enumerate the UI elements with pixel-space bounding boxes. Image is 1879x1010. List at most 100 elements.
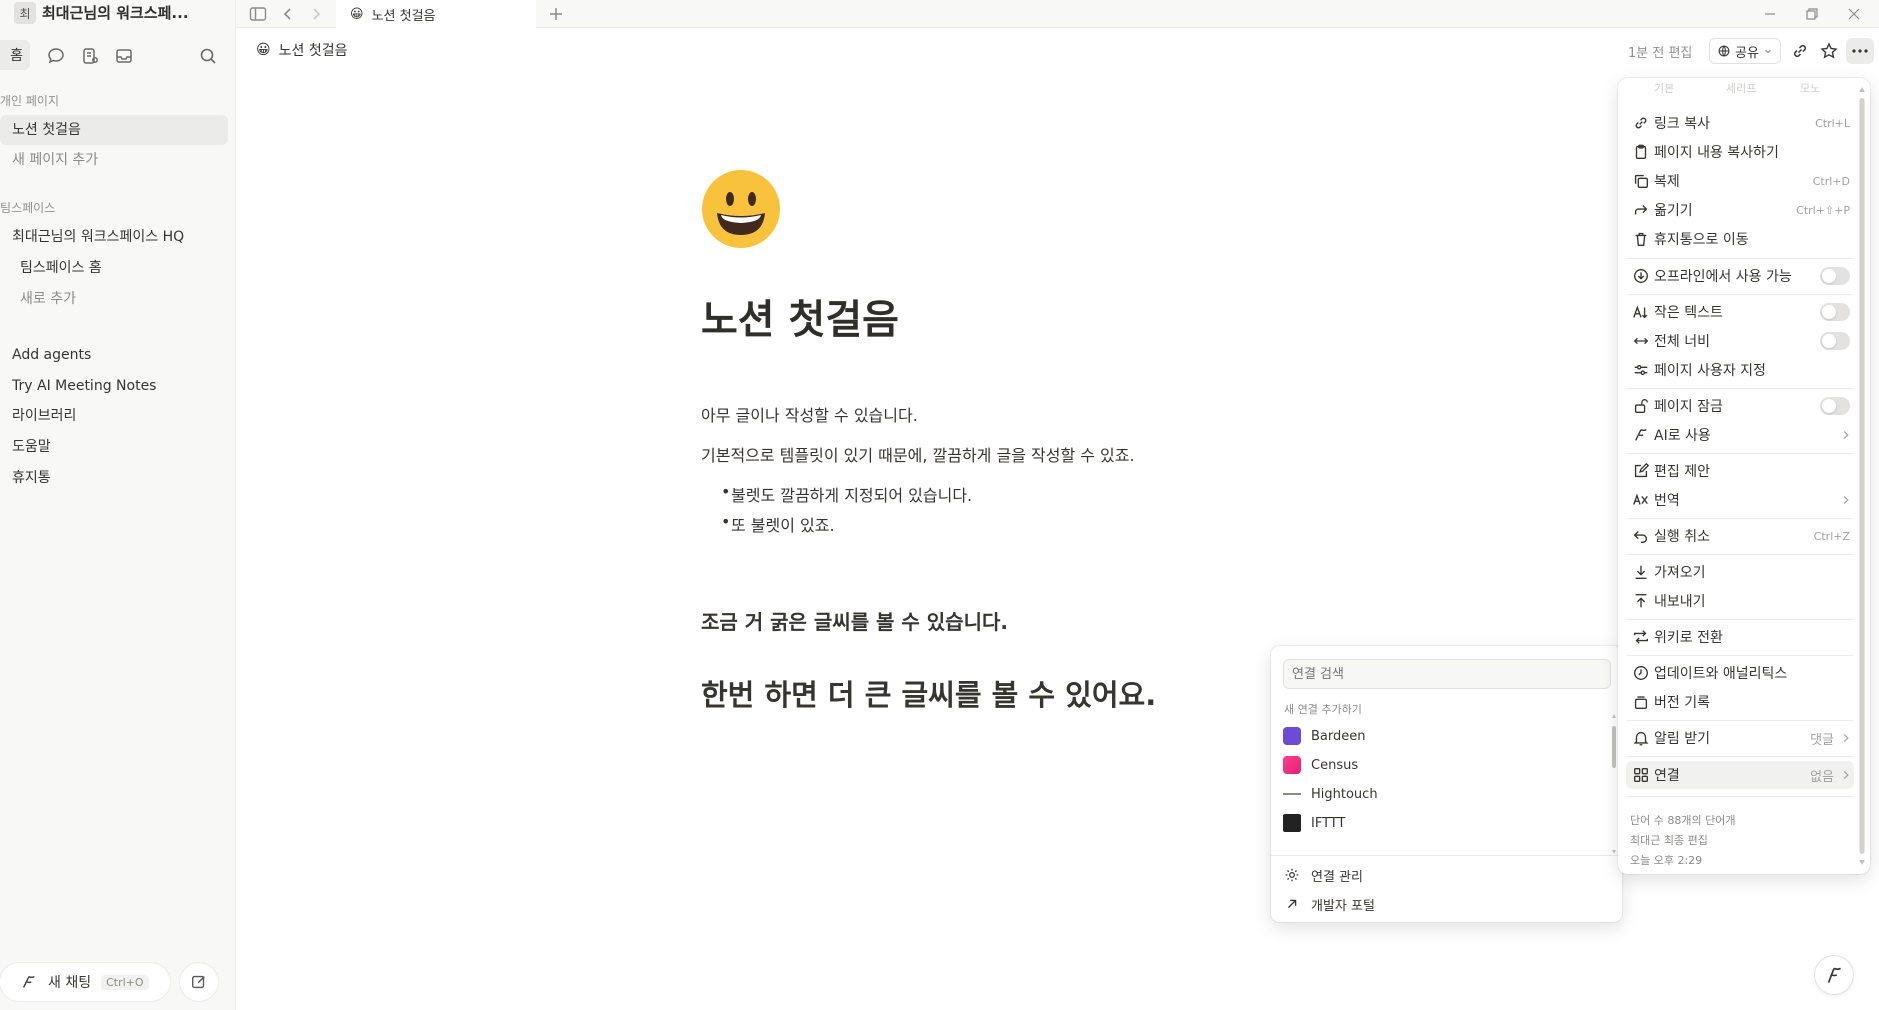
page-title[interactable]: 노션 첫걸음 bbox=[701, 287, 899, 345]
menu-item-translate[interactable]: 번역 bbox=[1626, 486, 1854, 514]
tab-notion-first[interactable]: 😀 노션 첫걸음 bbox=[336, 0, 536, 28]
connection-item-hightouch[interactable]: Hightouch bbox=[1279, 780, 1597, 808]
menu-item-updates-analytics[interactable]: 업데이트와 애널리틱스 bbox=[1626, 659, 1854, 687]
more-dots-icon bbox=[1851, 48, 1869, 54]
grid-icon bbox=[1626, 766, 1654, 784]
page-icon-smiley-icon[interactable] bbox=[701, 169, 781, 249]
menu-item-use-with-ai[interactable]: AI로 사용 bbox=[1626, 421, 1854, 449]
menu-item-duplicate[interactable]: 복제 Ctrl+D bbox=[1626, 167, 1854, 195]
paragraph-block[interactable]: 기본적으로 템플릿이 있기 때문에, 깔끔하게 글을 작성할 수 있죠. bbox=[701, 442, 1135, 466]
workspace-name[interactable]: 최대근님의 워크스페... bbox=[42, 2, 189, 24]
help-button[interactable] bbox=[1815, 956, 1853, 994]
workspace-badge[interactable]: 최 bbox=[14, 2, 36, 24]
small-text-toggle[interactable] bbox=[1820, 303, 1850, 321]
font-tab-mono[interactable]: 모노 bbox=[1800, 80, 1820, 96]
menu-item-copy-content[interactable]: 페이지 내용 복사하기 bbox=[1626, 138, 1854, 166]
bullet-item[interactable]: 또 불렛이 있죠. bbox=[721, 512, 835, 536]
search-icon[interactable] bbox=[198, 46, 218, 66]
menu-divider bbox=[1626, 294, 1854, 295]
sidebar-item-help[interactable]: 도움말 bbox=[0, 432, 228, 462]
menu-item-trash[interactable]: 휴지통으로 이동 bbox=[1626, 225, 1854, 253]
sidebar-page-notion-first[interactable]: 노션 첫걸음 bbox=[0, 115, 228, 145]
forward-icon[interactable] bbox=[306, 4, 326, 24]
new-chat-button[interactable]: 새 채팅 Ctrl+O bbox=[0, 963, 170, 1001]
breadcrumb[interactable]: 😀 노션 첫걸음 bbox=[256, 40, 347, 60]
gear-icon bbox=[1283, 866, 1301, 884]
connection-search-input[interactable] bbox=[1283, 659, 1611, 689]
menu-item-copy-link[interactable]: 링크 복사 Ctrl+L bbox=[1626, 109, 1854, 137]
paragraph-block[interactable]: 아무 글이나 작성할 수 있습니다. bbox=[701, 402, 918, 426]
font-size-icon bbox=[1626, 303, 1654, 321]
home-button[interactable]: 홈 bbox=[0, 40, 30, 70]
heading-2-block[interactable]: 한번 하면 더 큰 글씨를 볼 수 있어요. bbox=[701, 672, 1156, 714]
share-button[interactable]: 공유 bbox=[1709, 38, 1781, 64]
sidebar-item-trash[interactable]: 휴지통 bbox=[0, 463, 228, 493]
download-circle-icon bbox=[1626, 267, 1654, 285]
tab-bar: 😀 노션 첫걸음 bbox=[236, 0, 1879, 28]
chat-icon[interactable] bbox=[46, 46, 66, 66]
sidebar-item-label: 새 페이지 추가 bbox=[12, 152, 99, 168]
menu-item-suggest-edits[interactable]: 편집 제안 bbox=[1626, 457, 1854, 485]
manage-connections-button[interactable]: 연결 관리 bbox=[1279, 861, 1597, 889]
menu-item-offline[interactable]: 오프라인에서 사용 가능 bbox=[1626, 262, 1854, 290]
edited-time[interactable]: 1분 전 편집 bbox=[1628, 42, 1692, 61]
restore-icon[interactable] bbox=[1802, 4, 1822, 24]
menu-label: 위키로 전환 bbox=[1654, 630, 1723, 646]
share-label: 공유 bbox=[1735, 45, 1759, 61]
menu-item-lock-page[interactable]: 페이지 잠금 bbox=[1626, 392, 1854, 420]
developer-portal-button[interactable]: 개발자 포털 bbox=[1279, 890, 1597, 918]
font-tab-default[interactable]: 기본 bbox=[1654, 80, 1674, 96]
census-logo-icon bbox=[1283, 756, 1301, 774]
menu-item-version-history[interactable]: 버전 기록 bbox=[1626, 688, 1854, 716]
chevron-right-icon bbox=[1840, 732, 1854, 744]
sidebar-item-add-agents[interactable]: Add agents bbox=[0, 340, 228, 370]
connection-label: Hightouch bbox=[1311, 786, 1378, 802]
close-window-icon[interactable] bbox=[1844, 4, 1864, 24]
menu-shortcut: Ctrl+⇧+P bbox=[1796, 203, 1850, 217]
sidebar-item-ai-meeting-notes[interactable]: Try AI Meeting Notes bbox=[0, 371, 228, 401]
compose-button[interactable] bbox=[180, 963, 218, 1001]
menu-item-move[interactable]: 옮기기 Ctrl+⇧+P bbox=[1626, 196, 1854, 224]
connections-scrollbar[interactable] bbox=[1611, 712, 1617, 856]
star-icon[interactable] bbox=[1819, 41, 1839, 61]
tab-title: 노션 첫걸음 bbox=[371, 8, 436, 24]
menu-item-full-width[interactable]: 전체 너비 bbox=[1626, 327, 1854, 355]
minimize-icon[interactable] bbox=[1760, 4, 1780, 24]
more-options-button[interactable] bbox=[1846, 38, 1874, 64]
compose-icon bbox=[190, 973, 208, 991]
new-connection-section-label: 새 연결 추가하기 bbox=[1284, 703, 1362, 716]
bullet-item[interactable]: 불렛도 깔끔하게 지정되어 있습니다. bbox=[721, 482, 972, 506]
menu-label: 페이지 내용 복사하기 bbox=[1654, 145, 1779, 161]
ai-face-icon bbox=[1823, 964, 1845, 986]
sidebar-item-workspace-hq[interactable]: 최대근님의 워크스페이스 HQ bbox=[0, 222, 228, 252]
menu-divider bbox=[1626, 619, 1854, 620]
chevron-down-icon bbox=[1763, 46, 1773, 56]
menu-item-customize-page[interactable]: 페이지 사용자 지정 bbox=[1626, 356, 1854, 384]
full-width-toggle[interactable] bbox=[1820, 332, 1850, 350]
inbox-icon[interactable] bbox=[114, 46, 134, 66]
menu-item-notifications[interactable]: 알림 받기 댓글 bbox=[1626, 724, 1854, 752]
connection-item-census[interactable]: Census bbox=[1279, 751, 1597, 779]
sidebar-item-library[interactable]: 라이브러리 bbox=[0, 401, 228, 431]
menu-item-import[interactable]: 가져오기 bbox=[1626, 558, 1854, 586]
menu-item-undo[interactable]: 실행 취소 Ctrl+Z bbox=[1626, 522, 1854, 550]
font-tab-serif[interactable]: 세리프 bbox=[1726, 80, 1756, 96]
menu-item-connections[interactable]: 연결 없음 bbox=[1626, 761, 1854, 789]
menu-item-export[interactable]: 내보내기 bbox=[1626, 587, 1854, 615]
link-icon[interactable] bbox=[1790, 41, 1810, 61]
meeting-notes-icon[interactable] bbox=[80, 46, 100, 66]
sidebar-item-teamspace-home[interactable]: 팀스페이스 홈 bbox=[0, 253, 228, 283]
menu-item-turn-into-wiki[interactable]: 위키로 전환 bbox=[1626, 623, 1854, 651]
new-tab-icon[interactable] bbox=[546, 4, 566, 24]
menu-scrollbar[interactable] bbox=[1858, 84, 1866, 868]
connection-item-ifttt[interactable]: IFTTT bbox=[1279, 809, 1597, 837]
sidebar-toggle-icon[interactable] bbox=[248, 4, 268, 24]
heading-3-block[interactable]: 조금 거 굵은 글씨를 볼 수 있습니다. bbox=[701, 606, 1008, 635]
sidebar-item-add-new[interactable]: 새로 추가 bbox=[0, 284, 228, 314]
offline-toggle[interactable] bbox=[1820, 267, 1850, 285]
connection-item-bardeen[interactable]: Bardeen bbox=[1279, 722, 1597, 750]
lock-toggle[interactable] bbox=[1820, 397, 1850, 415]
back-icon[interactable] bbox=[278, 4, 298, 24]
sidebar-add-page[interactable]: 새 페이지 추가 bbox=[0, 145, 228, 175]
menu-item-small-text[interactable]: 작은 텍스트 bbox=[1626, 298, 1854, 326]
